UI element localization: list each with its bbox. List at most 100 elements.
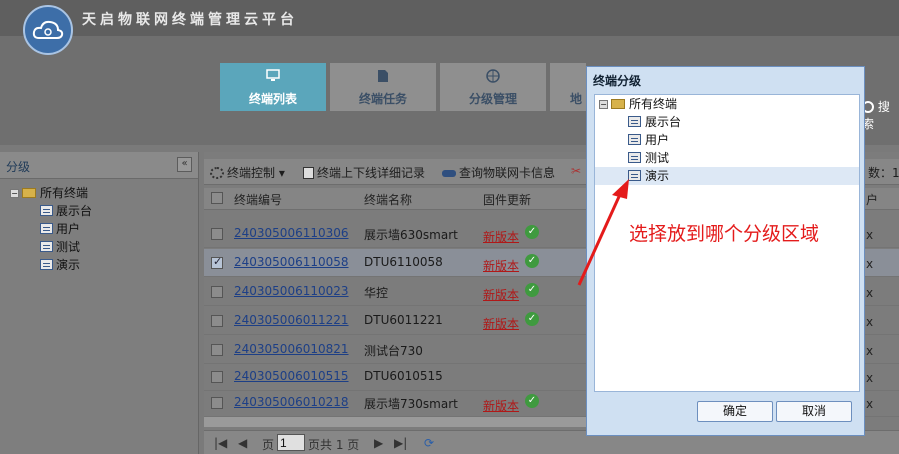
- check-ok-icon: ✓: [525, 312, 539, 326]
- nav-map[interactable]: 地: [550, 63, 586, 111]
- cancel-button[interactable]: 取消: [776, 401, 852, 422]
- terminal-code-link[interactable]: 240305006010218: [234, 395, 349, 409]
- online-offline-log-button[interactable]: 终端上下线详细记录: [303, 164, 425, 181]
- row-tail: x: [866, 344, 874, 358]
- terminal-control-button[interactable]: 终端控制 ▾: [210, 164, 285, 181]
- check-ok-icon: ✓: [525, 394, 539, 408]
- refresh-icon[interactable]: ⟳: [424, 436, 434, 450]
- leaf-node-icon: [628, 152, 641, 163]
- level-panel-header: 分级 «: [0, 152, 198, 179]
- dialog-tree-node-exhibit[interactable]: 展示台: [595, 113, 859, 131]
- collapse-toggle-icon[interactable]: −: [10, 189, 19, 198]
- tree-node-label: 测试: [645, 151, 670, 165]
- app-title: 天启物联网终端管理云平台: [82, 12, 298, 28]
- firmware-update-link[interactable]: 新版本: [483, 228, 519, 245]
- dialog-tree-node-demo[interactable]: 演示: [595, 167, 859, 185]
- last-page-icon[interactable]: ▶|: [394, 436, 407, 450]
- tree-node-exhibit[interactable]: 展示台: [0, 202, 198, 220]
- total-count: 数：1: [868, 166, 899, 180]
- firmware-update-link[interactable]: 新版本: [483, 286, 519, 303]
- nav-label: 终端列表: [248, 92, 297, 106]
- column-header-user[interactable]: 户: [866, 191, 878, 208]
- row-checkbox[interactable]: [211, 228, 223, 240]
- terminal-name: DTU6010515: [364, 369, 443, 383]
- leaf-node-icon: [40, 241, 53, 252]
- tree-node-test[interactable]: 测试: [0, 238, 198, 256]
- check-ok-icon: ✓: [525, 254, 539, 268]
- leaf-node-icon: [40, 205, 53, 216]
- terminal-code-link[interactable]: 240305006110023: [234, 284, 349, 298]
- page-prefix: 页: [262, 438, 275, 452]
- monitor-icon: [266, 69, 280, 81]
- tree-node-label: 展示台: [645, 115, 682, 129]
- row-checkbox[interactable]: [211, 397, 223, 409]
- level-panel: 分级 « − 所有终端 展示台 用户 测试 演示: [0, 152, 199, 454]
- horizontal-scrollbar[interactable]: [204, 417, 604, 427]
- dialog-tree-root[interactable]: − 所有终端: [595, 95, 859, 113]
- globe-icon: [486, 69, 500, 83]
- tree-node-label: 演示: [645, 169, 670, 183]
- row-checkbox[interactable]: [211, 371, 223, 383]
- toolbar-label: 终端上下线详细记录: [317, 166, 426, 180]
- row-tail: x: [866, 286, 874, 300]
- row-checkbox[interactable]: [211, 315, 223, 327]
- tree-root-node[interactable]: − 所有终端: [0, 184, 198, 202]
- page-number-input[interactable]: [277, 434, 305, 451]
- terminal-code-link[interactable]: 240305006110306: [234, 226, 349, 240]
- column-header-name[interactable]: 终端名称: [364, 191, 412, 208]
- next-page-icon[interactable]: ▶: [374, 436, 383, 450]
- terminal-code-link[interactable]: 240305006110058: [234, 255, 349, 269]
- dialog-tree-node-test[interactable]: 测试: [595, 149, 859, 167]
- toolbar-label: 终端控制: [227, 166, 276, 180]
- row-tail: x: [866, 315, 874, 329]
- column-header-code[interactable]: 终端编号: [234, 191, 282, 208]
- firmware-update-link[interactable]: 新版本: [483, 257, 519, 274]
- level-select-dialog: 终端分级 − 所有终端 展示台 用户 测试 演示 确定 取消: [586, 66, 865, 436]
- leaf-node-icon: [40, 223, 53, 234]
- tree-node-label: 演示: [56, 258, 81, 272]
- tree-node-label: 所有终端: [629, 97, 678, 111]
- prev-page-icon[interactable]: ◀: [238, 436, 247, 450]
- terminal-name: 展示墙730smart: [364, 397, 458, 411]
- document-icon: [303, 167, 314, 179]
- leaf-node-icon: [40, 259, 53, 270]
- leaf-node-icon: [628, 116, 641, 127]
- nav-terminal-tasks[interactable]: 终端任务: [330, 63, 436, 111]
- first-page-icon[interactable]: |◀: [214, 436, 227, 450]
- row-checkbox[interactable]: [211, 344, 223, 356]
- check-ok-icon: ✓: [525, 225, 539, 239]
- firmware-update-link[interactable]: 新版本: [483, 315, 519, 332]
- query-iot-card-button[interactable]: 查询物联网卡信息: [442, 164, 555, 181]
- tree-node-label: 用户: [56, 222, 81, 236]
- terminal-name: DTU6110058: [364, 255, 443, 269]
- nav-level-management[interactable]: 分级管理: [440, 63, 546, 111]
- terminal-code-link[interactable]: 240305006010821: [234, 342, 349, 356]
- folder-icon: [22, 188, 36, 198]
- nav-label: 分级管理: [468, 92, 517, 106]
- terminal-code-link[interactable]: 240305006011221: [234, 313, 349, 327]
- dialog-tree-node-user[interactable]: 用户: [595, 131, 859, 149]
- annotation-text: 选择放到哪个分级区域: [629, 223, 820, 245]
- confirm-button[interactable]: 确定: [697, 401, 773, 422]
- column-header-firmware[interactable]: 固件更新: [483, 191, 531, 208]
- gear-icon: [210, 167, 224, 179]
- select-all-checkbox[interactable]: [211, 192, 223, 204]
- tree-node-demo[interactable]: 演示: [0, 256, 198, 274]
- terminal-name: DTU6011221: [364, 313, 443, 327]
- firmware-update-link[interactable]: 新版本: [483, 397, 519, 414]
- terminal-code-link[interactable]: 240305006010515: [234, 369, 349, 383]
- collapse-toggle-icon[interactable]: −: [599, 100, 608, 109]
- nav-terminal-list[interactable]: 终端列表: [220, 63, 326, 111]
- double-chevron-left-icon[interactable]: «: [177, 157, 192, 172]
- row-checkbox[interactable]: [211, 286, 223, 298]
- nav-label: 地: [570, 92, 583, 106]
- row-checkbox[interactable]: [211, 255, 223, 269]
- scissors-icon[interactable]: ✂: [571, 164, 581, 178]
- tree-node-user[interactable]: 用户: [0, 220, 198, 238]
- dialog-title: 终端分级: [593, 74, 642, 88]
- level-tree: − 所有终端 展示台 用户 测试 演示: [0, 179, 198, 274]
- nav-label: 终端任务: [358, 92, 407, 106]
- tree-node-label: 用户: [645, 133, 670, 147]
- search-button[interactable]: 搜索: [862, 98, 899, 131]
- row-tail: x: [866, 397, 874, 411]
